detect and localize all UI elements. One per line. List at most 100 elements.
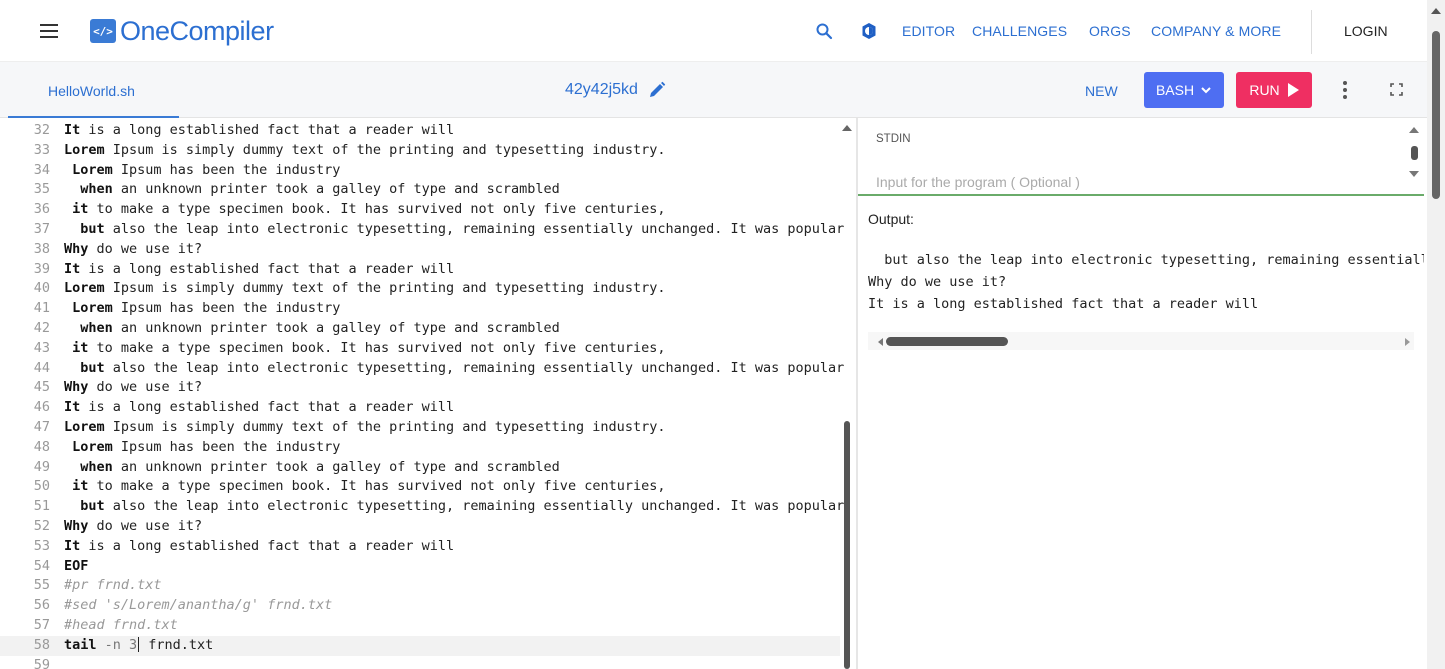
line-number: 49 xyxy=(33,458,50,475)
code-rest: do we use it? xyxy=(88,518,203,534)
code-text: Lorem Ipsum is simply dummy text of the … xyxy=(64,141,665,161)
code-rest: an unknown printer took a galley of type… xyxy=(112,181,560,198)
language-select-button[interactable]: BASH xyxy=(1144,72,1224,108)
pencil-icon[interactable] xyxy=(648,81,666,99)
code-keyword: EOF xyxy=(64,557,89,574)
run-button[interactable]: RUN xyxy=(1236,72,1312,108)
new-button[interactable]: NEW xyxy=(1085,83,1118,99)
code-text: Why do we use it? xyxy=(64,517,202,537)
code-line[interactable]: 56 #sed 's/Lorem/anantha/g' frnd.txt xyxy=(0,596,840,616)
code-keyword: Why xyxy=(64,518,89,534)
code-text: Why do we use it? xyxy=(64,240,202,260)
line-number: 48 xyxy=(33,438,50,455)
editor-vertical-scrollbar[interactable] xyxy=(844,421,850,669)
code-line[interactable]: 32 It is a long established fact that a r… xyxy=(0,121,840,141)
kebab-menu-icon[interactable] xyxy=(1343,81,1349,99)
line-number: 39 xyxy=(33,260,50,277)
code-keyword: Lorem xyxy=(72,438,113,455)
code-text: Lorem Ipsum has been the industry xyxy=(64,299,340,319)
line-number: 35 xyxy=(33,181,50,198)
code-text: It is a long established fact that a rea… xyxy=(64,260,454,280)
code-line[interactable]: 38 Why do we use it? xyxy=(0,240,840,260)
line-number: 45 xyxy=(33,379,50,396)
code-line[interactable]: 54 EOF xyxy=(0,557,840,577)
code-line[interactable]: 53 It is a long established fact that a r… xyxy=(0,537,840,557)
code-keyword: Lorem xyxy=(64,419,105,435)
code-line[interactable]: 52 Why do we use it? xyxy=(0,517,840,537)
output-area: but also the leap into electronic typese… xyxy=(868,249,1424,329)
nav-link-challenges[interactable]: CHALLENGES xyxy=(972,23,1067,39)
scroll-right-arrow[interactable] xyxy=(1405,338,1410,346)
chevron-down-icon xyxy=(1201,87,1211,94)
code-text: It is a long established fact that a rea… xyxy=(64,121,454,141)
nav-link-orgs[interactable]: ORGS xyxy=(1089,23,1131,39)
code-line[interactable]: 55 #pr frnd.txt xyxy=(0,576,840,596)
code-line[interactable]: 41 Lorem Ipsum has been the industry xyxy=(0,299,840,319)
line-number: 34 xyxy=(33,161,50,178)
code-rest: Ipsum is simply dummy text of the printi… xyxy=(104,141,666,158)
stdin-scroll-down-arrow[interactable] xyxy=(1409,171,1419,177)
code-editor[interactable]: 32 It is a long established fact that a r… xyxy=(0,118,856,669)
code-line[interactable]: 35 when an unknown printer took a galley… xyxy=(0,180,840,200)
code-line[interactable]: 44 but also the leap into electronic typ… xyxy=(0,359,845,379)
code-line[interactable]: 57 #head frnd.txt xyxy=(0,616,840,636)
code-line[interactable]: 34 Lorem Ipsum has been the industry xyxy=(0,161,840,181)
code-line[interactable]: 39 It is a long established fact that a r… xyxy=(0,260,840,280)
line-number: 33 xyxy=(33,141,50,158)
code-line[interactable]: 51 but also the leap into electronic typ… xyxy=(0,497,845,517)
code-text: but also the leap into electronic typese… xyxy=(64,220,844,240)
code-line[interactable]: 47 Lorem Ipsum is simply dummy text of th… xyxy=(0,418,840,438)
code-line[interactable]: 33 Lorem Ipsum is simply dummy text of th… xyxy=(0,141,840,161)
code-line[interactable]: 36 it to make a type specimen book. It h… xyxy=(0,200,840,220)
fullscreen-icon[interactable] xyxy=(1390,83,1403,96)
code-line[interactable]: 48 Lorem Ipsum has been the industry xyxy=(0,438,840,458)
code-text: but also the leap into electronic typese… xyxy=(64,359,844,379)
login-link[interactable]: LOGIN xyxy=(1344,23,1388,39)
scroll-left-arrow[interactable] xyxy=(878,338,883,346)
theme-toggle-icon[interactable] xyxy=(860,22,878,40)
code-line[interactable]: 58 tail -n 3 frnd.txt xyxy=(0,635,840,656)
code-line[interactable]: 45 Why do we use it? xyxy=(0,378,840,398)
line-number: 36 xyxy=(33,201,50,218)
stdin-input[interactable] xyxy=(876,170,1424,194)
line-number: 46 xyxy=(33,399,50,416)
stdin-scroll-up-arrow[interactable] xyxy=(1409,127,1419,133)
code-line[interactable]: 46 It is a long established fact that a r… xyxy=(0,398,840,418)
page-scrollbar[interactable] xyxy=(1427,0,1445,669)
code-rest: also the leap into electronic typesettin… xyxy=(104,359,845,376)
code-keyword: when xyxy=(80,320,113,336)
code-line[interactable]: 59 xyxy=(0,656,840,669)
nav-link-company-more[interactable]: COMPANY & MORE xyxy=(1151,23,1281,39)
stdin-scrollbar[interactable] xyxy=(1411,146,1418,160)
file-tab[interactable]: HelloWorld.sh xyxy=(8,62,179,118)
code-line[interactable]: 50 it to make a type specimen book. It h… xyxy=(0,477,840,497)
hamburger-icon[interactable] xyxy=(40,24,58,38)
stdin-underline xyxy=(858,194,1424,196)
editor-scroll-up-arrow[interactable] xyxy=(842,125,852,131)
code-line[interactable]: 49 when an unknown printer took a galley… xyxy=(0,458,840,478)
line-number: 57 xyxy=(33,617,50,633)
code-text: tail -n 3 frnd.txt xyxy=(64,636,213,656)
output-label: Output: xyxy=(868,211,914,227)
code-line[interactable]: 43 it to make a type specimen book. It h… xyxy=(0,339,840,359)
code-text: Lorem Ipsum is simply dummy text of the … xyxy=(64,418,665,438)
code-keyword: when xyxy=(80,181,113,198)
search-icon[interactable] xyxy=(815,22,833,40)
code-line[interactable]: 42 when an unknown printer took a galley… xyxy=(0,319,840,339)
code-line[interactable]: 37 but also the leap into electronic typ… xyxy=(0,220,845,240)
code-line[interactable]: 40 Lorem Ipsum is simply dummy text of th… xyxy=(0,279,840,299)
nav-link-editor[interactable]: EDITOR xyxy=(902,23,955,39)
page-scroll-up-arrow[interactable] xyxy=(1431,8,1441,14)
output-horizontal-scrollbar[interactable] xyxy=(868,332,1414,350)
brand-logo[interactable]: </> OneCompiler xyxy=(90,14,274,48)
code-keyword: when xyxy=(80,458,113,475)
page-scroll-thumb[interactable] xyxy=(1432,31,1440,199)
output-scroll-thumb[interactable] xyxy=(886,337,1008,346)
document-id[interactable]: 42y42j5kd xyxy=(565,81,666,99)
